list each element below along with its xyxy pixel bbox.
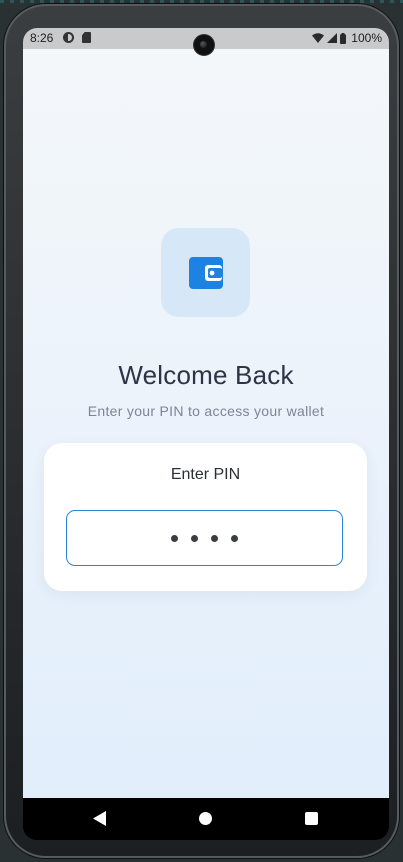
status-left-icons — [63, 32, 91, 43]
battery-percent: 100% — [351, 31, 382, 45]
pin-dot — [231, 534, 238, 542]
home-button[interactable] — [199, 812, 212, 825]
front-camera — [194, 35, 214, 55]
recents-button[interactable] — [305, 812, 318, 825]
data-saver-icon — [63, 32, 74, 43]
app-content: Welcome Back Enter your PIN to access yo… — [23, 49, 389, 798]
wifi-icon — [312, 33, 325, 43]
phone-screen: 8:26 100% Welcome Back Enter your PIN to… — [23, 28, 389, 840]
wallet-icon — [188, 256, 223, 289]
background-pattern — [0, 0, 403, 3]
status-time: 8:26 — [30, 31, 54, 45]
status-right-icons: 100% — [312, 31, 382, 45]
pin-dot — [191, 534, 198, 542]
pin-input[interactable] — [66, 510, 343, 566]
phone-frame: 8:26 100% Welcome Back Enter your PIN to… — [4, 4, 399, 858]
back-icon[interactable] — [93, 811, 106, 826]
battery-icon — [340, 32, 347, 44]
pin-card: Enter PIN — [44, 443, 367, 591]
system-nav-bar — [23, 798, 389, 840]
pin-dot — [211, 534, 218, 542]
welcome-title: Welcome Back — [118, 360, 294, 390]
sim-card-icon — [82, 32, 91, 43]
pin-dot — [171, 534, 178, 542]
pin-label: Enter PIN — [170, 466, 241, 483]
signal-icon — [327, 33, 338, 43]
wallet-logo-tile — [161, 228, 250, 317]
welcome-subtitle: Enter your PIN to access your wallet — [87, 403, 325, 419]
